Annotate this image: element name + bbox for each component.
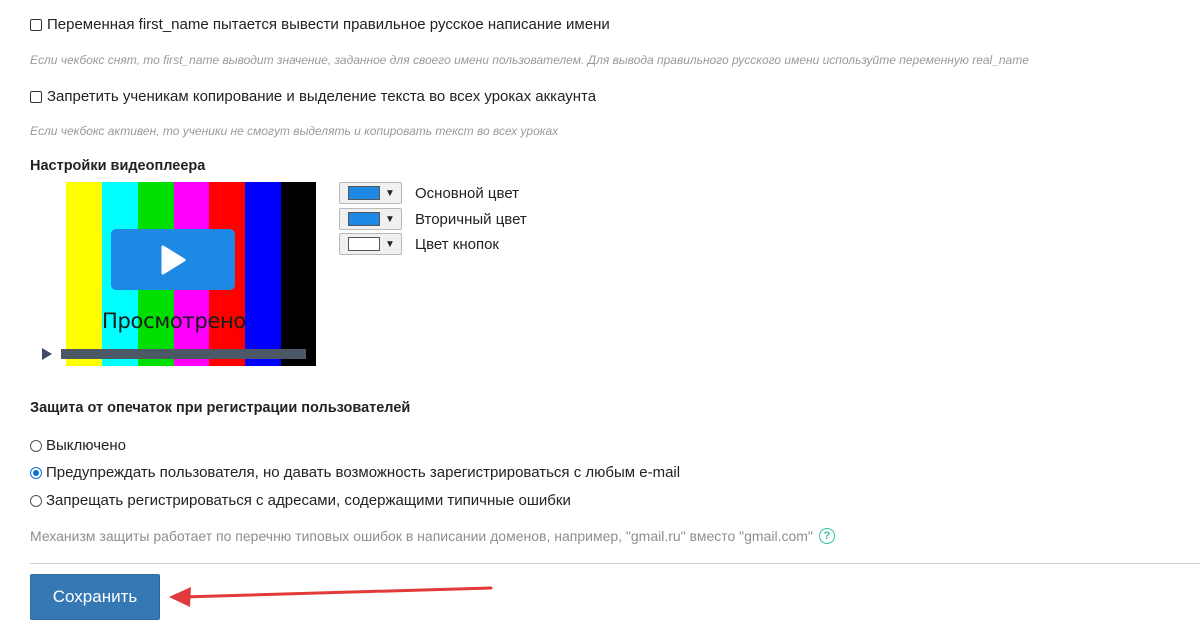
color-bar (30, 182, 66, 366)
caret-down-icon: ▼ (385, 213, 395, 225)
typo-option-warn[interactable]: Предупреждать пользователя, но давать во… (30, 464, 680, 481)
color-row-secondary: ▼ Вторичный цвет (339, 208, 527, 230)
color-swatch (348, 237, 380, 251)
color-row-buttons: ▼ Цвет кнопок (339, 233, 499, 255)
play-icon (161, 245, 186, 274)
video-player-preview: Просмотрено (30, 182, 316, 366)
color-swatch (348, 212, 380, 226)
typo-protection-note: Механизм защиты работает по перечню типо… (30, 528, 835, 544)
save-button[interactable]: Сохранить (30, 574, 160, 620)
copy-protect-checkbox[interactable] (30, 90, 42, 103)
arrow-head (169, 587, 191, 607)
secondary-color-picker[interactable]: ▼ (339, 208, 402, 230)
button-color-label: Цвет кнопок (415, 235, 499, 253)
color-bar (245, 182, 281, 366)
help-icon[interactable]: ? (818, 528, 835, 544)
progress-bar[interactable] (61, 349, 306, 359)
video-player-heading: Настройки видеоплеера (30, 158, 206, 174)
typo-option-off[interactable]: Выключено (30, 437, 126, 454)
red-arrow-annotation (169, 586, 493, 607)
first-name-hint: Если чекбокс снят, то first_name выводит… (30, 53, 1029, 67)
radio-button[interactable] (30, 494, 42, 507)
copy-protect-checkbox-label: Запретить ученикам копирование и выделен… (47, 88, 597, 105)
color-row-primary: ▼ Основной цвет (339, 182, 519, 204)
radio-label: Выключено (46, 437, 126, 454)
typo-protection-note-text: Механизм защиты работает по перечню типо… (30, 528, 813, 544)
control-play-icon[interactable] (41, 347, 53, 361)
radio-button[interactable] (30, 466, 42, 479)
typo-option-block[interactable]: Запрещать регистрироваться с адресами, с… (30, 492, 571, 509)
radio-label: Запрещать регистрироваться с адресами, с… (46, 492, 571, 509)
primary-color-label: Основной цвет (415, 184, 520, 202)
divider (30, 563, 1200, 564)
copy-protect-checkbox-row[interactable]: Запретить ученикам копирование и выделен… (30, 88, 596, 105)
watched-label: Просмотрено (102, 309, 246, 333)
radio-label: Предупреждать пользователя, но давать во… (46, 464, 681, 481)
first-name-checkbox-row[interactable]: Переменная first_name пытается вывести п… (30, 16, 610, 33)
first-name-checkbox[interactable] (30, 18, 42, 31)
primary-color-picker[interactable]: ▼ (339, 182, 402, 204)
secondary-color-label: Вторичный цвет (415, 210, 527, 228)
color-bar (281, 182, 316, 366)
radio-button[interactable] (30, 439, 42, 452)
color-swatch (348, 186, 380, 200)
color-bar (66, 182, 102, 366)
button-color-picker[interactable]: ▼ (339, 233, 402, 255)
typo-protection-heading: Защита от опечаток при регистрации польз… (30, 400, 411, 416)
big-play-button[interactable] (111, 229, 235, 290)
arrow-shaft (181, 586, 493, 599)
first-name-checkbox-label: Переменная first_name пытается вывести п… (47, 16, 610, 33)
caret-down-icon: ▼ (385, 187, 395, 199)
copy-protect-hint: Если чекбокс активен, то ученики не смог… (30, 124, 559, 138)
caret-down-icon: ▼ (385, 238, 395, 250)
